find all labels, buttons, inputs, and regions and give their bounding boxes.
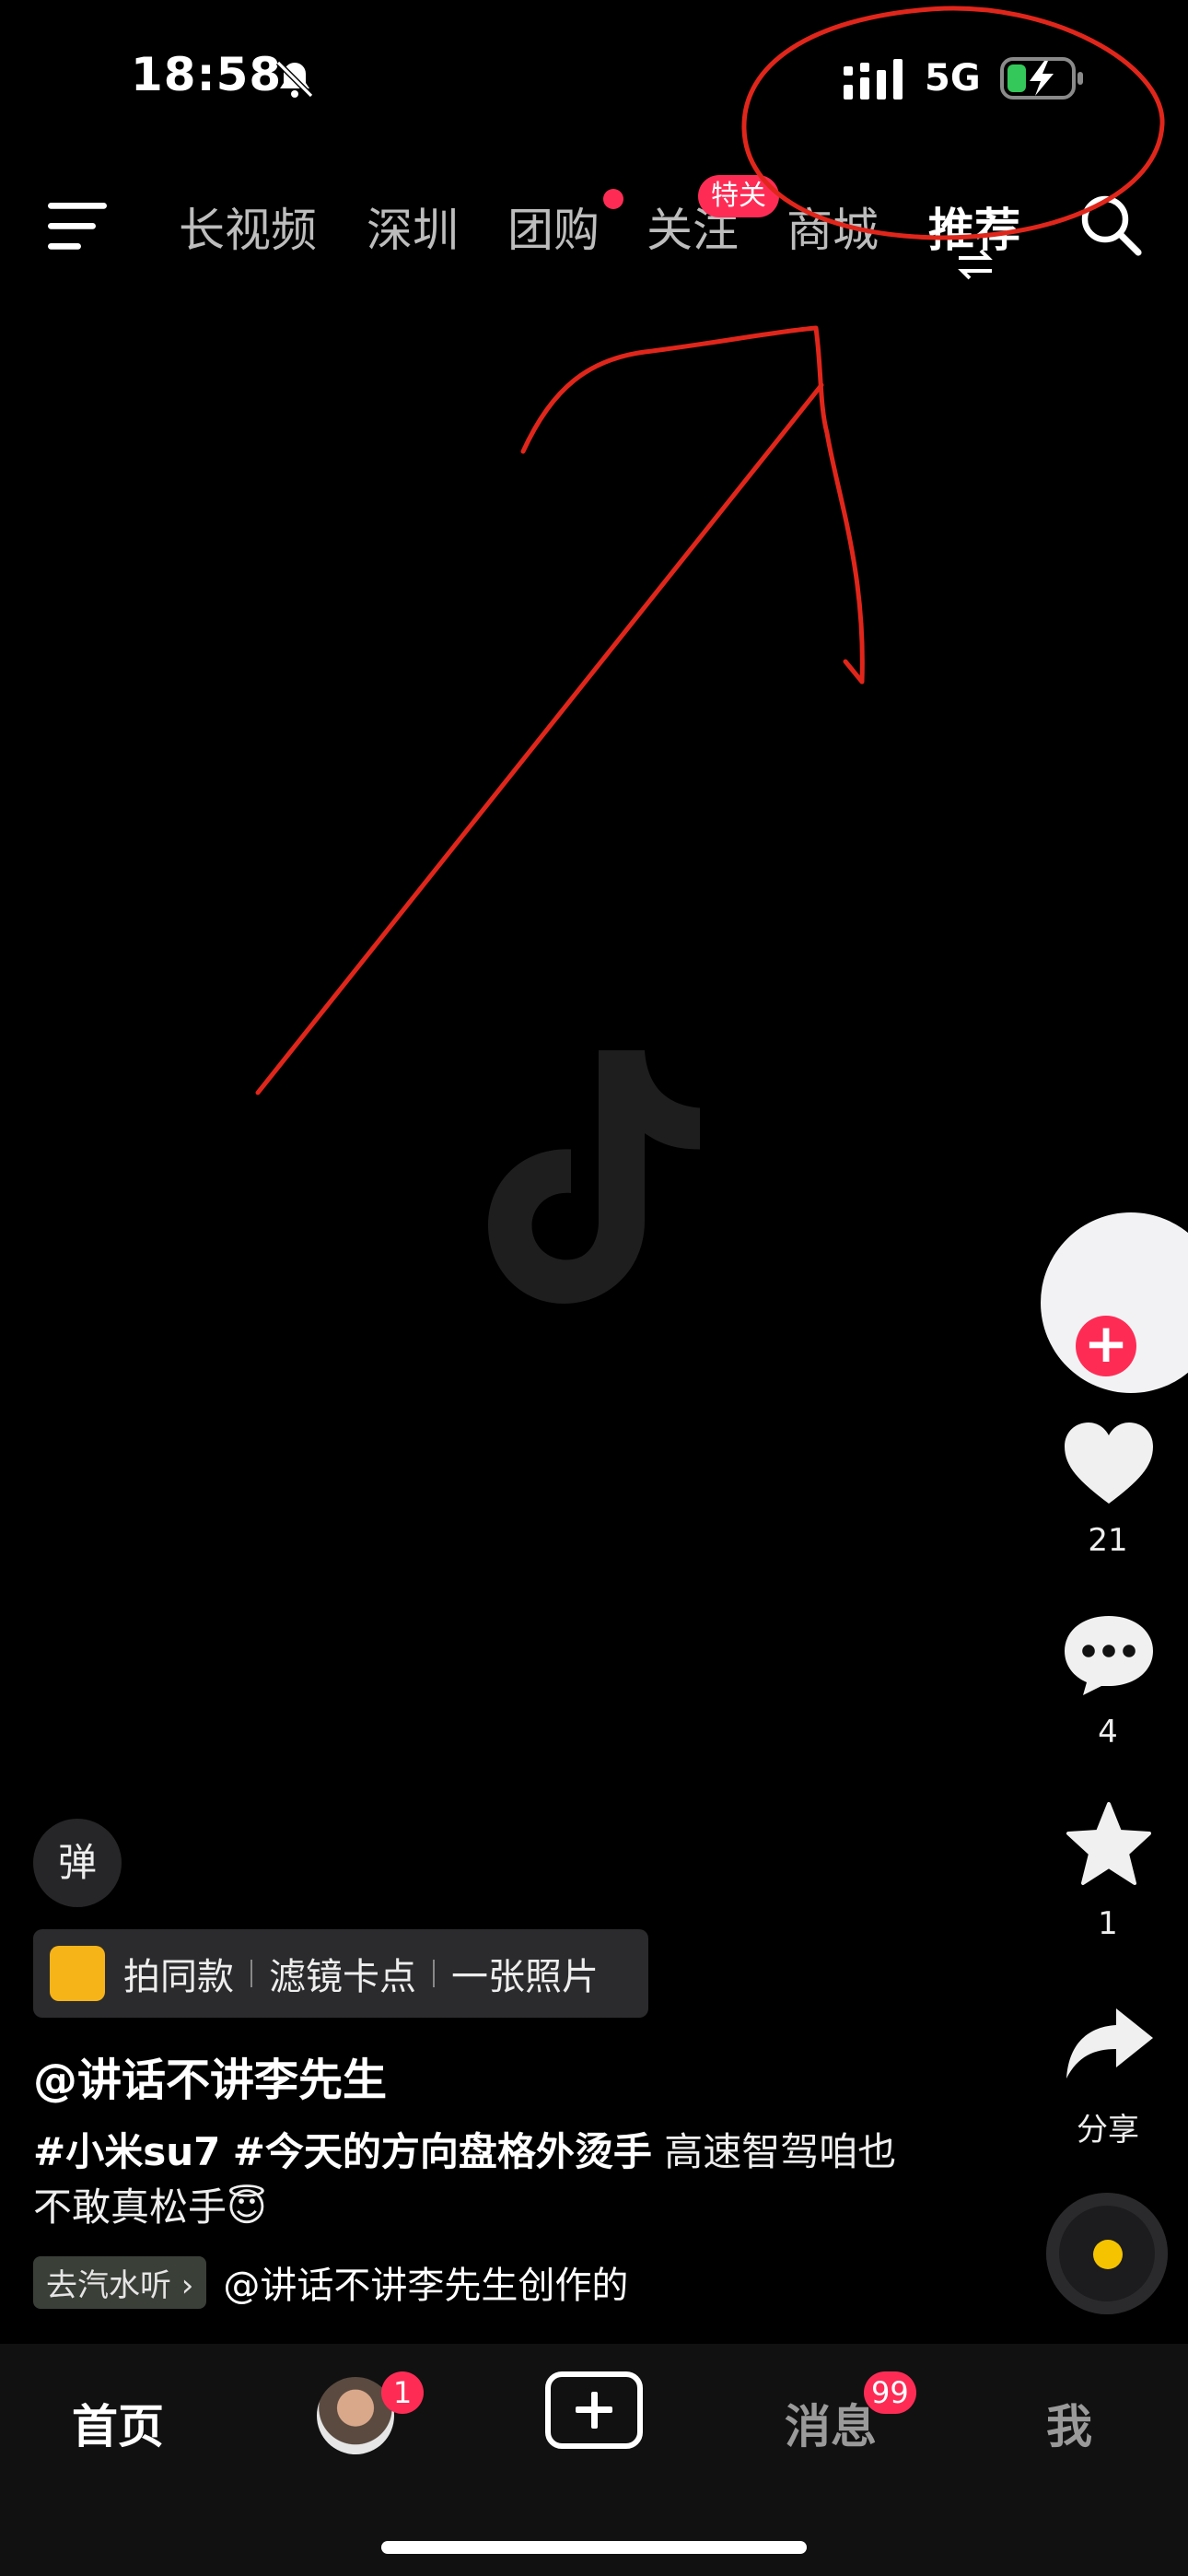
nav-inbox[interactable]: 消息: [785, 2390, 877, 2456]
music-row[interactable]: 去汽水听 › @讲话不讲李先生创作的: [33, 2255, 628, 2309]
comment-count: 4: [1098, 1714, 1118, 1751]
search-icon[interactable]: [1079, 193, 1142, 256]
annotation-arrow: [255, 382, 824, 1095]
tab-group-buy[interactable]: 团购: [507, 193, 600, 260]
clapperboard-icon: [50, 1946, 105, 2001]
template-bar[interactable]: 拍同款 滤镜卡点 一张照片: [33, 1929, 648, 2018]
template-tag-photo: 一张照片: [451, 1956, 599, 1998]
description-text: 不敢真松手😇: [33, 2184, 267, 2230]
annotation-arrowhead: [520, 325, 865, 685]
follow-plus-button[interactable]: +: [1076, 1316, 1136, 1376]
share-arrow-icon[interactable]: [1061, 2001, 1157, 2090]
qishui-music-button[interactable]: 去汽水听 ›: [33, 2255, 207, 2309]
inbox-badge: 99: [864, 2371, 916, 2414]
description-text: 高速智驾咱也: [664, 2129, 897, 2174]
bell-muted-icon: [275, 60, 314, 99]
nav-home[interactable]: 首页: [72, 2390, 164, 2456]
share-label: 分享: [1077, 2112, 1139, 2149]
music-credit: @讲话不讲李先生创作的: [223, 2265, 629, 2307]
like-count: 21: [1088, 1522, 1128, 1559]
status-time: 18:58: [131, 48, 283, 101]
author-name[interactable]: @讲话不讲李先生: [33, 2043, 387, 2108]
tab-mall[interactable]: 商城: [786, 193, 879, 260]
battery-charging-icon: [1000, 57, 1083, 100]
nav-me[interactable]: 我: [1046, 2390, 1092, 2456]
tiktok-logo-watermark: [488, 1050, 700, 1304]
hashtag-link[interactable]: #小米su7: [33, 2129, 220, 2174]
signal-icon: [844, 59, 903, 100]
danmu-button[interactable]: 弹: [33, 1819, 122, 1907]
network-type: 5G: [925, 57, 981, 100]
star-icon[interactable]: [1061, 1800, 1157, 1889]
template-label: 拍同款: [123, 1956, 234, 1998]
tab-notification-dot: [603, 189, 623, 209]
template-tag-filter: 滤镜卡点: [269, 1956, 416, 1998]
following-special-badge: 特关: [698, 175, 779, 217]
home-indicator: [381, 2541, 807, 2554]
divider: [433, 1960, 435, 1987]
tab-long-video[interactable]: 长视频: [179, 193, 317, 260]
menu-icon[interactable]: [48, 201, 107, 251]
divider: [250, 1960, 252, 1987]
plus-icon: [576, 2392, 612, 2429]
comment-icon[interactable]: [1061, 1610, 1157, 1699]
heart-icon[interactable]: [1061, 1419, 1157, 1507]
music-disc-center: [1093, 2240, 1123, 2269]
favorite-count: 1: [1098, 1905, 1118, 1942]
create-button[interactable]: [545, 2371, 643, 2449]
tab-shenzhen[interactable]: 深圳: [367, 193, 459, 260]
switch-feed-icon[interactable]: [955, 249, 996, 280]
friends-badge: 1: [381, 2371, 424, 2414]
post-description: #小米su7 #今天的方向盘格外烫手 高速智驾咱也 不敢真松手😇: [33, 2125, 954, 2235]
hashtag-link[interactable]: #今天的方向盘格外烫手: [233, 2129, 652, 2174]
